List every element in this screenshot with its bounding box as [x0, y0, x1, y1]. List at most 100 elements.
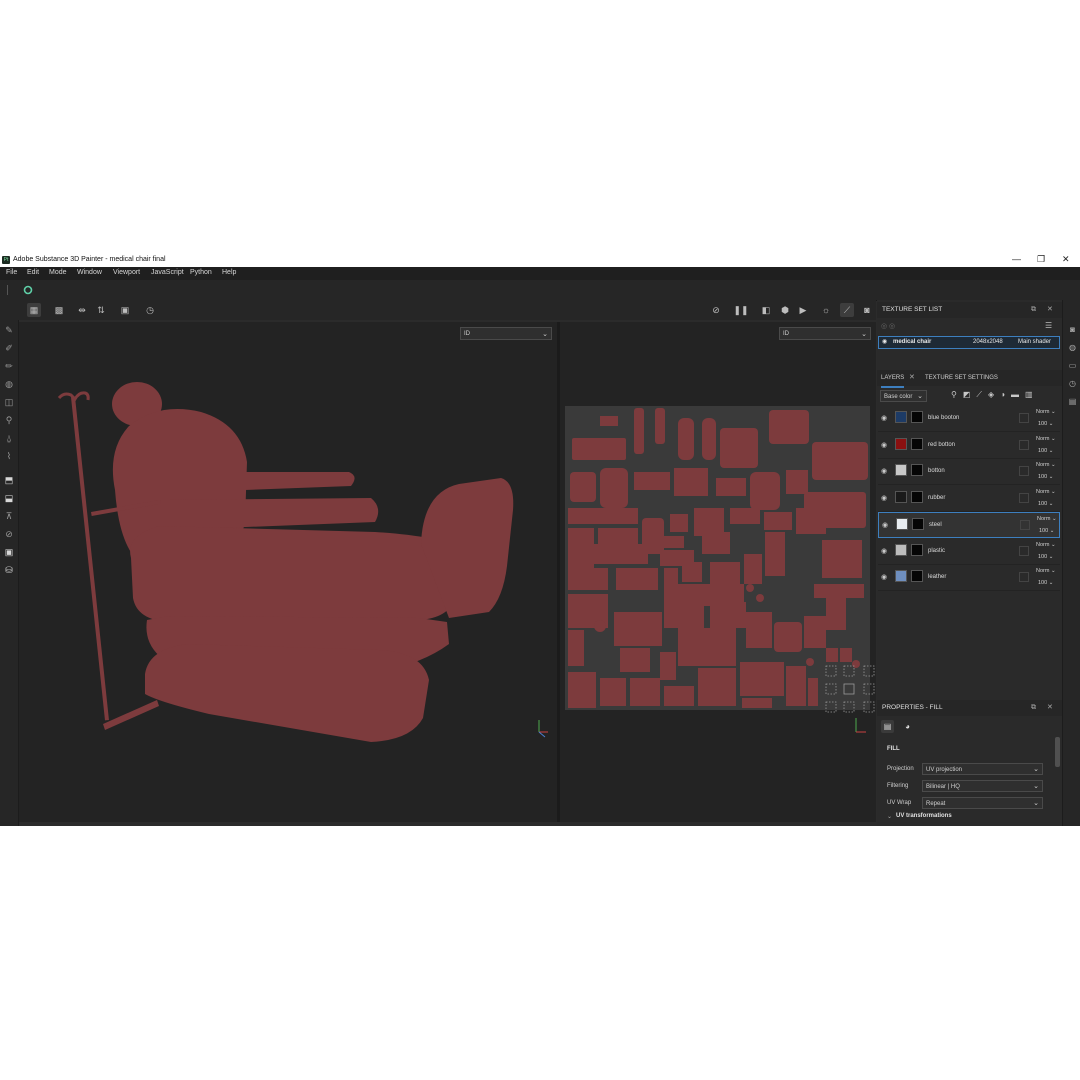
layer-opacity[interactable]: 100 ⌄	[1038, 448, 1053, 454]
layer-checkbox[interactable]	[1019, 545, 1029, 556]
hide-icon[interactable]: ⊘	[709, 303, 723, 317]
polygon-fill-icon[interactable]: ⬓	[3, 492, 15, 504]
camera-video-icon[interactable]: ▶	[796, 303, 810, 317]
layer-blend-mode[interactable]: Norm ⌄	[1037, 516, 1057, 522]
layer-checkbox[interactable]	[1019, 572, 1029, 582]
layer-blend-mode[interactable]: Norm ⌄	[1036, 542, 1056, 548]
menu-window[interactable]: Window	[77, 269, 102, 276]
grid-view-icon[interactable]: ▦	[27, 303, 41, 317]
close-panel-icon[interactable]: ✕	[1047, 700, 1053, 716]
layer-mask-thumbnail[interactable]	[911, 411, 923, 423]
add-mask-icon[interactable]: ◩	[963, 390, 977, 399]
layer-row[interactable]: ◉ plastic Norm ⌄ 100 ⌄	[878, 539, 1060, 565]
layer-checkbox[interactable]	[1019, 413, 1029, 423]
layer-opacity[interactable]: 100 ⌄	[1038, 554, 1053, 560]
lighting-icon[interactable]: ☼	[819, 303, 833, 317]
material-icon[interactable]: ◕	[901, 720, 914, 733]
split-view-icon[interactable]: ◧	[759, 303, 773, 317]
layer-blend-mode[interactable]: Norm ⌄	[1036, 568, 1056, 574]
layer-blend-mode[interactable]: Norm ⌄	[1036, 462, 1056, 468]
uvwrap-dropdown[interactable]: Repeat ⌄	[922, 797, 1043, 809]
eraser-icon[interactable]: ✐	[3, 342, 15, 354]
brush-mode-icon[interactable]: ⟋	[840, 303, 854, 317]
eye-icon[interactable]: ◉	[881, 547, 887, 555]
filtering-dropdown[interactable]: Bilinear | HQ ⌄	[922, 780, 1043, 792]
grid-options-icon[interactable]: ▩	[52, 303, 66, 317]
menu-viewport[interactable]: Viewport	[113, 269, 140, 276]
menu-javascript[interactable]: JavaScript	[151, 269, 184, 276]
shelf-icon[interactable]: ◙	[1067, 324, 1078, 335]
layer-opacity[interactable]: 100 ⌄	[1038, 580, 1053, 586]
menu-mode[interactable]: Mode	[49, 269, 67, 276]
close-panel-icon[interactable]: ✕	[1047, 302, 1053, 318]
eye-icon[interactable]: ◉	[882, 521, 888, 529]
mirror-icon[interactable]: ⇹	[75, 303, 89, 317]
eye-icon[interactable]: ◉	[882, 337, 887, 348]
eye-icon[interactable]: ◉	[881, 573, 887, 581]
projection-dropdown[interactable]: UV projection ⌄	[922, 763, 1043, 775]
close-tab-icon[interactable]: ✕	[909, 370, 915, 386]
fill-settings-icon[interactable]: ▤	[881, 720, 894, 733]
layer-blend-mode[interactable]: Norm ⌄	[1036, 436, 1056, 442]
geometry-fill-icon[interactable]: ◍	[3, 378, 15, 390]
history-icon[interactable]: ◷	[143, 303, 157, 317]
add-effect-icon[interactable]: ⚲	[951, 390, 963, 399]
smudge-icon[interactable]: ◫	[3, 396, 15, 408]
symmetry-icon[interactable]: ⇅	[94, 303, 108, 317]
close-button[interactable]: ✕	[1062, 254, 1070, 265]
screenshot-camera-icon[interactable]: ◙	[860, 303, 874, 317]
layer-blend-mode[interactable]: Norm ⌄	[1036, 489, 1056, 495]
layer-mask-thumbnail[interactable]	[911, 543, 923, 556]
tab-layers[interactable]: LAYERS	[881, 370, 905, 388]
undock-icon[interactable]: ⧉	[1031, 700, 1036, 716]
environment-icon[interactable]: ◍	[1067, 342, 1078, 353]
add-paint-layer-icon[interactable]: ⟋	[976, 390, 988, 399]
layer-checkbox[interactable]	[1019, 439, 1029, 450]
menu-edit[interactable]: Edit	[27, 269, 39, 276]
picker-icon[interactable]: ⌇	[3, 450, 15, 462]
add-smart-material-icon[interactable]: ◑	[1000, 390, 1011, 399]
measure-icon[interactable]: ⊘	[3, 528, 15, 540]
layer-row[interactable]: ◉ blue booton Norm ⌄ 100 ⌄	[878, 406, 1060, 432]
projection-icon[interactable]: ✏	[3, 360, 15, 372]
paint-brush-icon[interactable]: ✎	[3, 324, 15, 336]
bake-icon[interactable]: ⬒	[3, 474, 15, 486]
eye-icon[interactable]: ◉	[881, 494, 887, 502]
viewport-2d[interactable]: ID ⌄	[560, 322, 876, 822]
layer-mask-thumbnail[interactable]	[911, 464, 923, 476]
layer-mask-thumbnail[interactable]	[911, 437, 923, 450]
layer-row[interactable]: ◉ leather Norm ⌄ 100 ⌄	[878, 565, 1060, 591]
anchor-icon[interactable]: ⊼	[3, 510, 15, 522]
layer-checkbox[interactable]	[1019, 492, 1029, 503]
minimize-button[interactable]: —	[1012, 254, 1021, 264]
log-icon[interactable]: ▤	[1067, 396, 1078, 407]
pause-icon[interactable]: ❚❚	[733, 303, 748, 317]
texture-set-item[interactable]: ◉ medical chair 2048x2048 Main shader	[878, 336, 1060, 349]
sync-icon[interactable]	[23, 285, 33, 295]
layer-opacity[interactable]: 100 ⌄	[1038, 421, 1053, 427]
properties-scrollbar[interactable]	[1055, 737, 1060, 767]
delete-layer-icon[interactable]: ▥	[1025, 390, 1039, 399]
eye-icon[interactable]: ◉	[881, 467, 887, 475]
visibility-toggle-icon[interactable]: ◎ ◎	[881, 322, 895, 330]
eye-icon[interactable]: ◉	[881, 414, 887, 422]
display-icon[interactable]: ▣	[3, 546, 15, 558]
frame-icon[interactable]: ▣	[118, 303, 132, 317]
channel-dropdown[interactable]: Base color ⌄	[880, 390, 927, 402]
layer-blend-mode[interactable]: Norm ⌄	[1036, 409, 1056, 415]
layer-opacity[interactable]: 100 ⌄	[1039, 528, 1054, 534]
stamp-icon[interactable]: ⍙	[3, 432, 15, 444]
layers-stack-icon[interactable]: ⛁	[3, 564, 15, 576]
layer-opacity[interactable]: 100 ⌄	[1038, 474, 1053, 480]
layer-checkbox[interactable]	[1020, 520, 1030, 530]
menu-python[interactable]: Python	[190, 269, 212, 276]
layer-opacity[interactable]: 100 ⌄	[1038, 501, 1053, 507]
clone-icon[interactable]: ⚲	[3, 414, 15, 426]
menu-file[interactable]: File	[6, 269, 17, 276]
undock-icon[interactable]: ⧉	[1031, 302, 1036, 318]
layer-row[interactable]: ◉ rubber Norm ⌄ 100 ⌄	[878, 486, 1060, 512]
tab-texture-set-settings[interactable]: TEXTURE SET SETTINGS	[925, 370, 998, 386]
display-settings-icon[interactable]: ▭	[1067, 360, 1078, 371]
eye-icon[interactable]: ◉	[881, 441, 887, 449]
add-folder-icon[interactable]: ▬	[1011, 390, 1025, 399]
